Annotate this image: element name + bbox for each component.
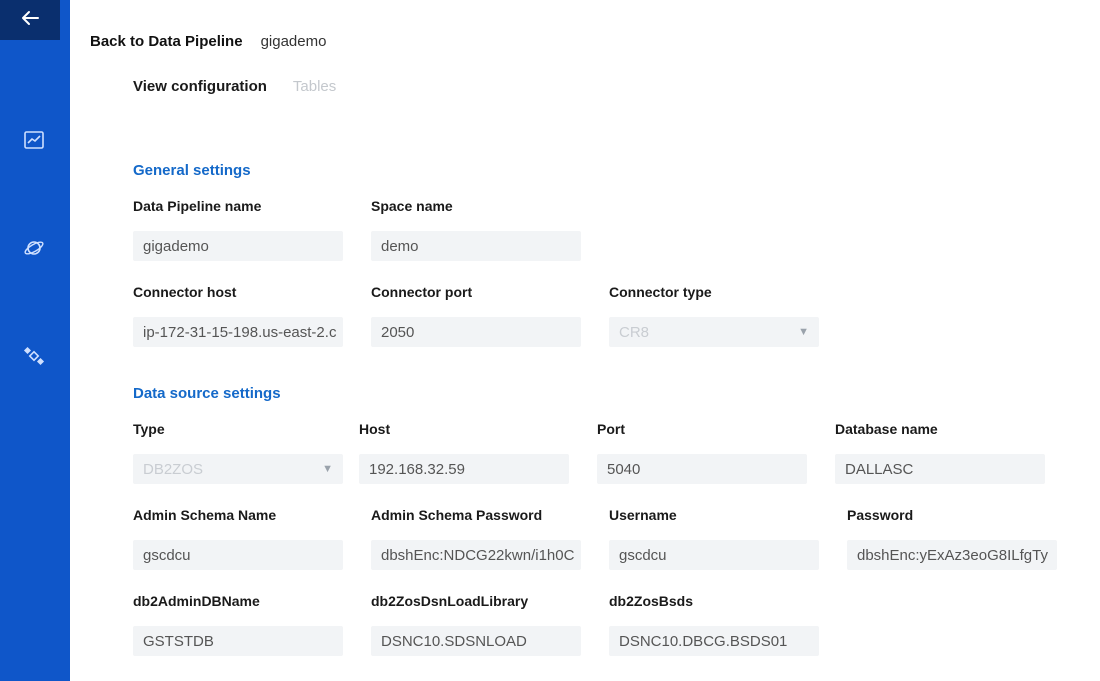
type-value: DB2ZOS [143,460,204,478]
pipeline-name: gigademo [260,32,327,50]
field-label: db2ZosBsds [609,593,694,609]
connector-port-input[interactable]: 2050 [371,317,581,347]
type-select[interactable]: DB2ZOS ▼ [133,454,343,484]
field-label: Type [133,421,165,437]
field-username: Username gscdcu [609,507,819,570]
field-db2-zos-bsds: db2ZosBsds DSNC10.DBCG.BSDS01 [609,593,819,656]
tab-bar: View configuration Tables [133,78,336,95]
host-input[interactable]: 192.168.32.59 [359,454,569,484]
back-to-pipeline-link[interactable]: Back to Data Pipeline [90,33,243,50]
field-label: Connector port [371,284,473,300]
chevron-down-icon: ▼ [322,463,333,475]
port-input[interactable]: 5040 [597,454,807,484]
field-label: Connector host [133,284,237,300]
field-pipeline-name: Data Pipeline name gigademo [133,198,343,261]
field-label: Host [359,421,391,437]
field-label: Password [847,507,914,523]
db2-admin-db-name-input[interactable]: GSTSTDB [133,626,343,656]
field-label: Database name [835,421,938,437]
admin-schema-name-input[interactable]: gscdcu [133,540,343,570]
tab-tables[interactable]: Tables [293,78,336,95]
nav-chart-icon[interactable] [22,128,46,152]
field-database-name: Database name DALLASC [835,421,1045,484]
pipeline-name-input[interactable]: gigademo [133,231,343,261]
admin-schema-password-input[interactable]: dbshEnc:NDCG22kwn/i1h0C [371,540,581,570]
field-space-name: Space name demo [371,198,581,261]
database-name-input[interactable]: DALLASC [835,454,1045,484]
nav-satellite-icon[interactable] [22,344,46,368]
field-label: Space name [371,198,453,214]
field-type: Type DB2ZOS ▼ [133,421,343,484]
field-password: Password dbshEnc:yExAz3eoG8ILfgTy [847,507,1057,570]
field-host: Host 192.168.32.59 [359,421,569,484]
connector-type-value: CR8 [619,323,650,341]
field-label: db2ZosDsnLoadLibrary [371,593,529,609]
field-label: Admin Schema Password [371,507,543,523]
general-settings-title: General settings [133,162,251,179]
arrow-left-icon [20,10,40,31]
db2-zos-bsds-input[interactable]: DSNC10.DBCG.BSDS01 [609,626,819,656]
password-input[interactable]: dbshEnc:yExAz3eoG8ILfgTy [847,540,1057,570]
field-label: db2AdminDBName [133,593,260,609]
nav-planet-icon[interactable] [22,236,46,260]
field-connector-type: Connector type CR8 ▼ [609,284,819,347]
connector-type-select[interactable]: CR8 ▼ [609,317,819,347]
field-label: Username [609,507,677,523]
space-name-input[interactable]: demo [371,231,581,261]
breadcrumb: Back to Data Pipeline gigademo [90,31,326,51]
username-input[interactable]: gscdcu [609,540,819,570]
field-label: Connector type [609,284,712,300]
field-label: Admin Schema Name [133,507,277,523]
chevron-down-icon: ▼ [798,326,809,338]
tab-view-configuration[interactable]: View configuration [133,78,267,95]
connector-host-input[interactable]: ip-172-31-15-198.us-east-2.c [133,317,343,347]
data-source-settings-title: Data source settings [133,385,281,402]
sidebar [0,0,70,681]
field-connector-port: Connector port 2050 [371,284,581,347]
field-label: Data Pipeline name [133,198,262,214]
field-port: Port 5040 [597,421,807,484]
field-admin-schema-password: Admin Schema Password dbshEnc:NDCG22kwn/… [371,507,581,570]
field-connector-host: Connector host ip-172-31-15-198.us-east-… [133,284,343,347]
field-db2-admin-db-name: db2AdminDBName GSTSTDB [133,593,343,656]
db2-zos-dsn-load-library-input[interactable]: DSNC10.SDSNLOAD [371,626,581,656]
field-label: Port [597,421,625,437]
field-db2-zos-dsn-load-library: db2ZosDsnLoadLibrary DSNC10.SDSNLOAD [371,593,581,656]
field-admin-schema-name: Admin Schema Name gscdcu [133,507,343,570]
back-button[interactable] [0,0,60,40]
